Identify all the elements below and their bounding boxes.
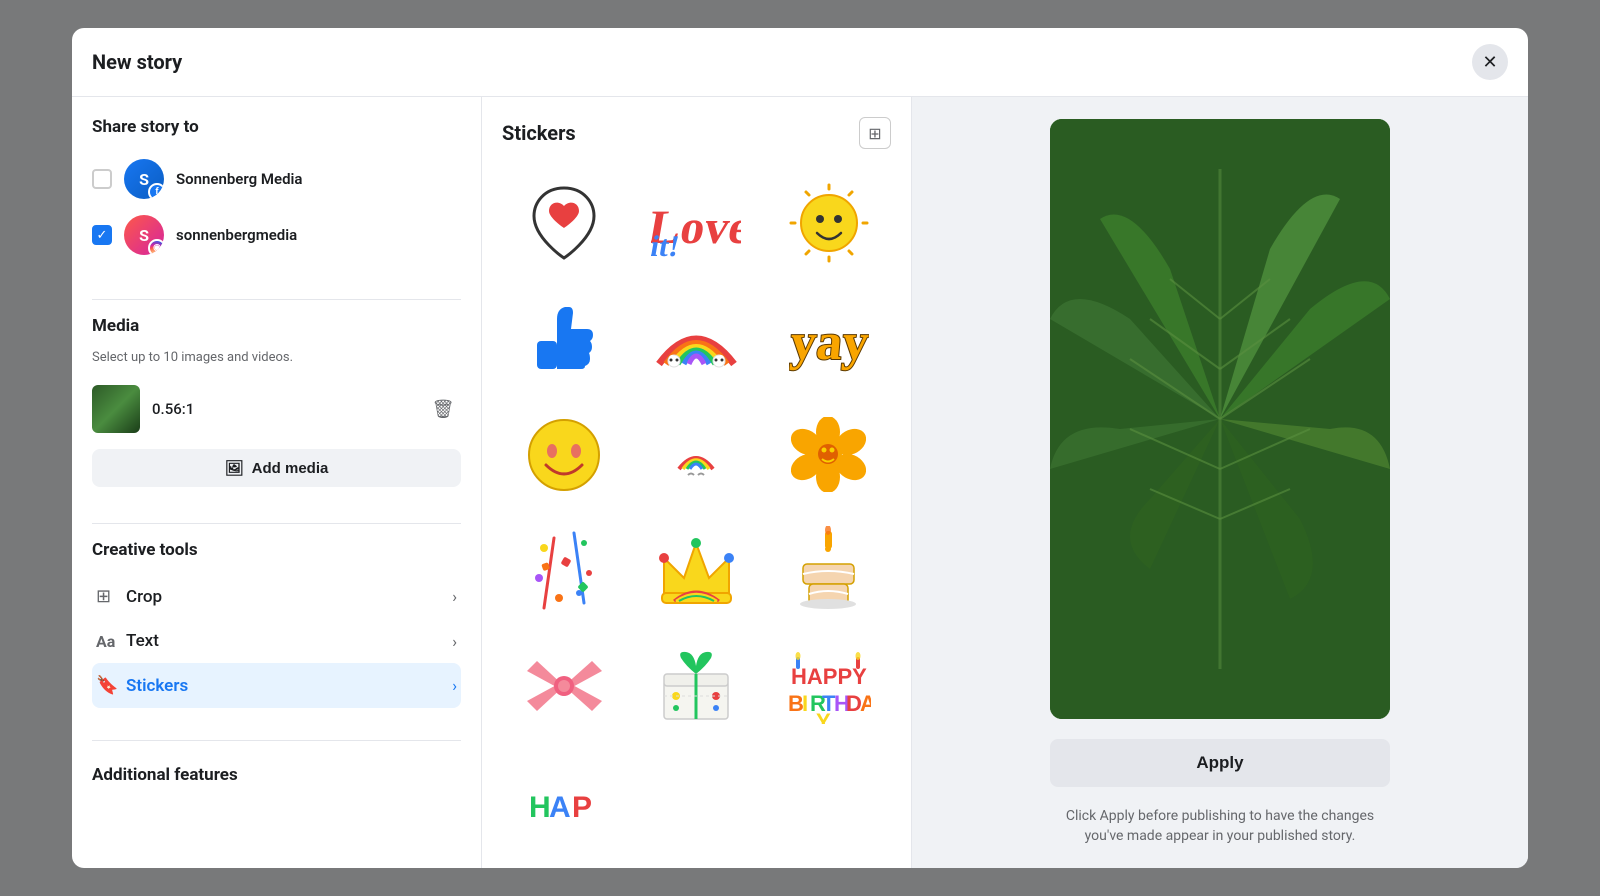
media-subtitle: Select up to 10 images and videos. (92, 350, 461, 365)
svg-text:P: P (572, 791, 592, 824)
account-avatar-sonnenberg: S f (124, 159, 164, 199)
sticker-confetti[interactable] (502, 508, 626, 632)
media-thumbnail (92, 385, 140, 433)
media-ratio: 0.56:1 (152, 400, 194, 418)
sticker-gift-box[interactable] (634, 624, 758, 748)
tool-item-stickers[interactable]: 🔖 Stickers › (92, 663, 461, 708)
delete-media-button[interactable]: 🗑 (425, 391, 461, 427)
sticker-love-it[interactable]: Love it! (634, 161, 758, 285)
svg-text:yay: yay (789, 314, 869, 371)
stickers-header: Stickers ⊞ (482, 97, 911, 161)
platform-badge-ig: ◉ (148, 239, 164, 255)
sticker-cake[interactable] (767, 508, 891, 632)
tool-item-crop[interactable]: ⊞ Crop › (92, 574, 461, 619)
account-avatar-sonnenbergmedia: S ◉ (124, 215, 164, 255)
account-name-sonnenberg: Sonnenberg Media (176, 170, 302, 188)
divider-3 (92, 740, 461, 741)
stickers-panel: Stickers ⊞ Love it! (482, 97, 912, 868)
platform-badge-fb: f (148, 183, 164, 199)
sticker-thumbs-up[interactable] (502, 277, 626, 401)
crop-icon: ⊞ (96, 586, 126, 607)
media-section: Media Select up to 10 images and videos.… (92, 316, 461, 487)
new-story-modal: New story ✕ Share story to S f Sonnenbe (72, 28, 1528, 868)
sticker-heart-pin[interactable] (502, 161, 626, 285)
svg-text:A: A (860, 691, 871, 716)
share-section-title: Share story to (92, 117, 461, 137)
stickers-grid: Love it! (482, 161, 911, 868)
sticker-smiley[interactable] (502, 393, 626, 517)
svg-text:A: A (549, 791, 571, 824)
apply-button[interactable]: Apply (1050, 739, 1390, 787)
stickers-panel-title: Stickers (502, 121, 576, 145)
sticker-crown[interactable] (634, 508, 758, 632)
account-checkbox-sonnenberg[interactable] (92, 169, 112, 189)
media-item: 0.56:1 🗑 (92, 377, 461, 441)
share-section: Share story to S f Sonnenberg Media (92, 117, 461, 263)
sticker-yay[interactable]: yay (767, 277, 891, 401)
svg-text:it!: it! (651, 229, 682, 258)
account-checkbox-sonnenbergmedia[interactable] (92, 225, 112, 245)
apply-hint: Click Apply before publishing to have th… (1050, 807, 1390, 846)
sticker-happy-sun[interactable] (767, 161, 891, 285)
media-section-title: Media (92, 316, 461, 336)
grid-toggle-button[interactable]: ⊞ (859, 117, 891, 149)
preview-image (1050, 119, 1390, 719)
additional-title: Additional features (92, 765, 461, 785)
crop-label: Crop (126, 587, 452, 607)
sticker-party-extra[interactable]: H A P (502, 740, 626, 864)
left-panel: Share story to S f Sonnenberg Media (72, 97, 482, 868)
account-item-sonnenbergmedia[interactable]: S ◉ sonnenbergmedia (92, 207, 461, 263)
sticker-bow[interactable] (502, 624, 626, 748)
divider-2 (92, 523, 461, 524)
divider-1 (92, 299, 461, 300)
account-item-sonnenberg[interactable]: S f Sonnenberg Media (92, 151, 461, 207)
sticker-happy-birthday[interactable]: HAPPY B I R T H D A Y (767, 624, 891, 748)
modal-header: New story ✕ (72, 28, 1528, 97)
svg-text:HAPPY: HAPPY (791, 664, 867, 689)
sticker-rainbow1[interactable] (634, 277, 758, 401)
stickers-arrow-icon: › (452, 676, 457, 695)
preview-image-inner (1050, 119, 1390, 719)
additional-section: Additional features (92, 765, 461, 799)
text-icon: Aa (96, 632, 126, 651)
svg-text:H: H (529, 791, 551, 824)
stickers-label: Stickers (126, 676, 452, 696)
close-button[interactable]: ✕ (1472, 44, 1508, 80)
sticker-cloud-rainbow[interactable] (634, 393, 758, 517)
add-media-icon: 🖼 (225, 459, 244, 477)
modal-body: Share story to S f Sonnenberg Media (72, 97, 1528, 868)
preview-panel: Apply Click Apply before publishing to h… (912, 97, 1528, 868)
svg-text:Y: Y (816, 709, 831, 724)
tool-item-text[interactable]: Aa Text › (92, 619, 461, 663)
add-media-button[interactable]: 🖼 Add media (92, 449, 461, 487)
creative-tools-title: Creative tools (92, 540, 461, 560)
account-name-sonnenbergmedia: sonnenbergmedia (176, 226, 297, 244)
text-label: Text (126, 631, 452, 651)
crop-arrow-icon: › (452, 587, 457, 606)
text-arrow-icon: › (452, 632, 457, 651)
svg-text:I: I (802, 691, 808, 716)
sticker-flower[interactable] (767, 393, 891, 517)
add-media-label: Add media (252, 460, 329, 477)
sticker-icon: 🔖 (96, 675, 126, 696)
creative-tools-section: Creative tools ⊞ Crop › Aa Text › (92, 540, 461, 708)
modal-title: New story (92, 50, 182, 74)
